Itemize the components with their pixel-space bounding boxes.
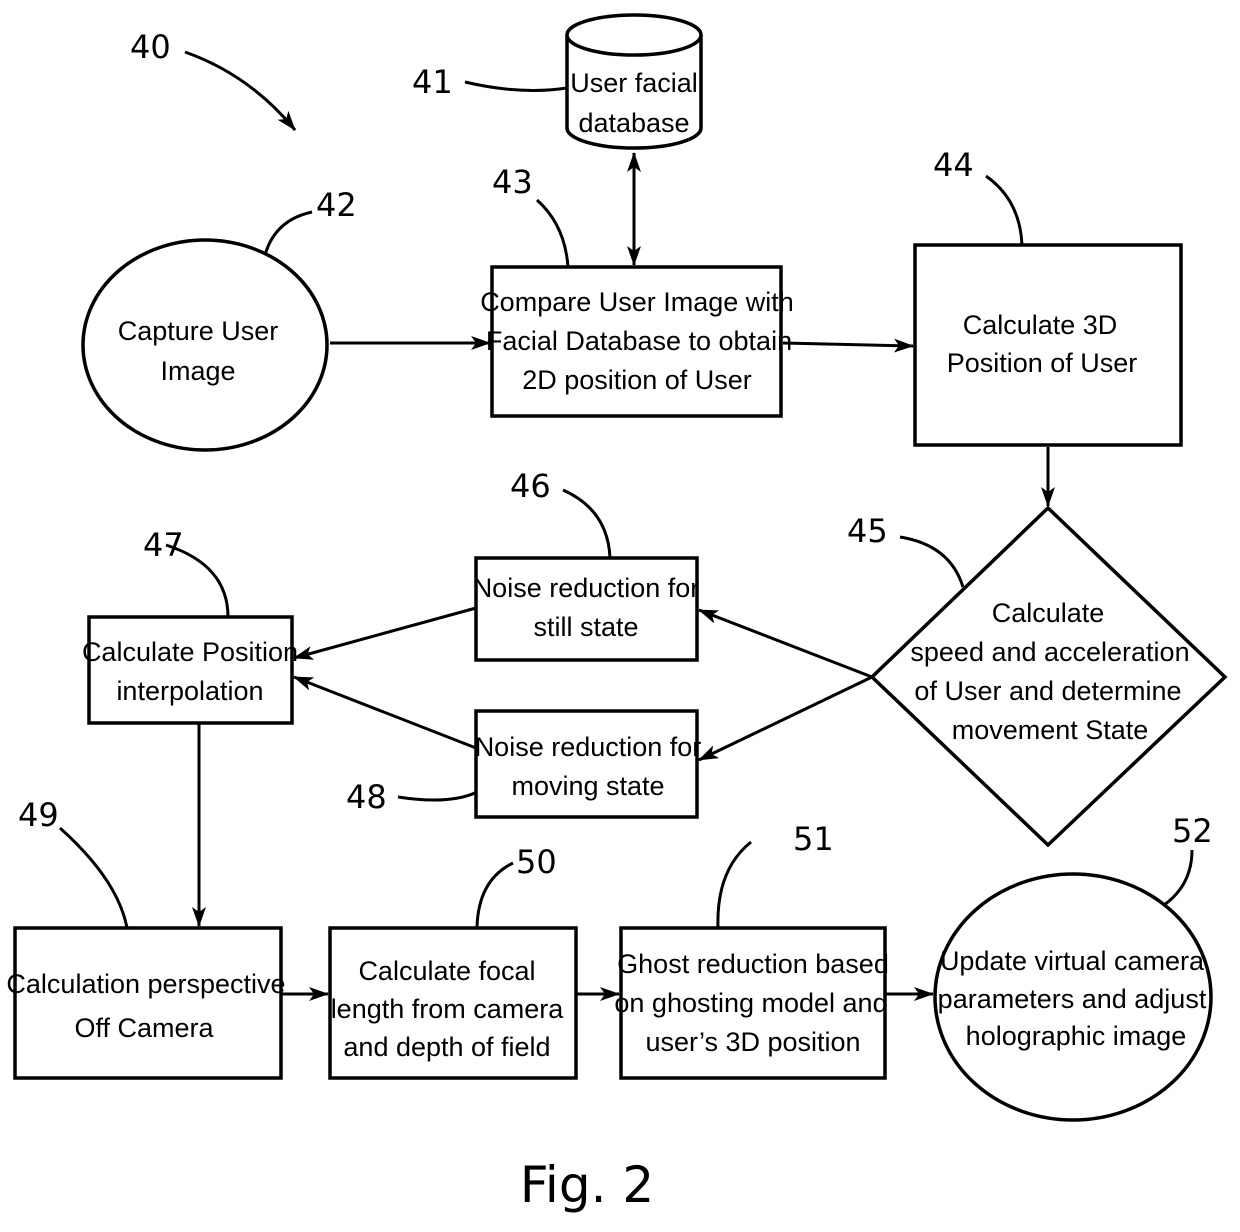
node-calc3d: Calculate 3D Position of User [913,243,1183,447]
edge-decision-to-still [698,608,873,679]
node-label-line: Position of User [947,348,1138,378]
flowchart: 40 User facial database 41 Capture User … [6,13,1228,1214]
node-decision: Calculate speed and acceleration of User… [869,505,1228,848]
cylinder-top [565,13,703,57]
node-update: Update virtual camera parameters and adj… [933,872,1213,1122]
node-label-line: Capture User [118,316,279,346]
ref-label-47: 47 [143,526,184,564]
node-label-line: parameters and adjust [938,984,1207,1014]
edge-moving-to-interp [293,675,477,750]
node-still: Noise reduction for still state [473,556,700,662]
rect-shape [13,926,283,1080]
node-label-line: Compare User Image with [480,287,794,317]
node-capture: Capture User Image [81,238,329,452]
node-label-line: of User and determine [914,676,1181,706]
node-interp: Calculate Position interpolation [82,615,298,725]
rect-shape [474,709,699,819]
node-label-line: Calculate Position [82,637,298,667]
node-label-line: moving state [511,771,664,801]
node-label-line: length from camera [331,994,565,1024]
ref-label-49: 49 [18,796,59,834]
node-label-line: Facial Database to obtain [486,326,792,356]
node-label-line: database [578,108,689,138]
ref-lead-50 [475,861,514,929]
node-focal: Calculate focal length from camera and d… [328,926,578,1080]
node-label-line: Update virtual camera [940,946,1205,976]
node-label-line: Noise reduction for [473,573,700,603]
ref-label-48: 48 [346,778,387,816]
node-label-line: Off Camera [74,1013,214,1043]
node-label-line: speed and acceleration [910,637,1189,667]
node-label-line: Calculate [992,598,1105,628]
rect-shape [87,615,294,725]
edge-still-to-interp [293,606,477,660]
node-label-line: and depth of field [343,1032,550,1062]
ref-label-44: 44 [933,146,974,184]
node-label-line: Calculate 3D [963,310,1118,340]
ref-lead-43 [536,198,570,268]
ref-arrow-40 [184,50,297,131]
ref-label-50: 50 [516,843,557,881]
ref-label-43: 43 [492,163,533,201]
node-label-line: Calculation perspective [6,969,285,999]
ref-lead-42 [263,210,313,256]
ref-lead-41 [464,80,568,92]
ref-lead-52 [1163,849,1194,907]
node-moving: Noise reduction for moving state [474,709,702,819]
edge-compare-to-calc3d [782,338,914,353]
node-ghost: Ghost reduction based on ghosting model … [614,926,889,1080]
node-label-line: Noise reduction for [475,732,702,762]
ref-label-42: 42 [316,186,357,224]
ref-lead-46 [562,488,612,559]
ref-lead-44 [985,174,1024,246]
node-label-line: 2D position of User [522,365,752,395]
figure-caption: Fig. 2 [520,1156,654,1214]
node-label-line: still state [533,612,638,642]
node-compare: Compare User Image with Facial Database … [480,265,794,418]
node-label-line: movement State [952,715,1149,745]
node-label-line: Image [160,356,235,386]
ref-lead-48 [397,790,478,802]
node-label-line: Ghost reduction based [617,949,889,979]
ref-lead-51 [716,840,752,929]
ref-label-45: 45 [847,512,888,550]
node-perspective: Calculation perspective Off Camera [6,926,286,1080]
rect-shape [913,243,1183,447]
node-label-line: holographic image [966,1021,1187,1051]
node-label-line: User facial [570,68,698,98]
edge-decision-to-moving [698,675,873,762]
ref-label-40: 40 [130,28,171,66]
node-database: User facial database [565,13,703,150]
ref-label-41: 41 [412,63,453,101]
ref-label-51: 51 [793,820,834,858]
ref-label-46: 46 [510,467,551,505]
ref-lead-45 [899,535,965,588]
node-label-line: on ghosting model and [614,988,887,1018]
node-label-line: Calculate focal [358,956,535,986]
ref-label-52: 52 [1172,812,1213,850]
node-label-line: user’s 3D position [645,1027,860,1057]
ref-lead-49 [58,826,129,929]
node-label-line: interpolation [116,676,263,706]
